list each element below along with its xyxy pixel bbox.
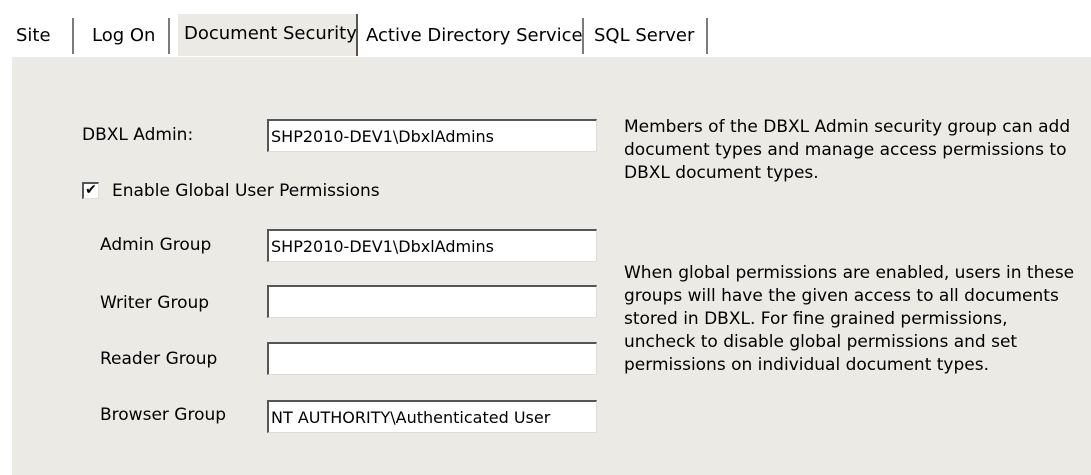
admin-group-label: Admin Group bbox=[100, 235, 212, 255]
enable-global-permissions-checkbox[interactable]: ✔ bbox=[82, 182, 99, 199]
checkmark-icon: ✔ bbox=[85, 182, 97, 198]
dbxl-admin-label: DBXL Admin: bbox=[82, 125, 194, 145]
tab-log-on[interactable]: Log On bbox=[86, 18, 170, 54]
tab-document-security[interactable]: Document Security bbox=[178, 14, 358, 56]
dbxl-admin-description: Members of the DBXL Admin security group… bbox=[624, 117, 1071, 183]
tab-sql-server-label: SQL Server bbox=[594, 25, 695, 46]
global-permissions-description: When global permissions are enabled, use… bbox=[624, 263, 1075, 375]
tab-active-directory-service-label: Active Directory Service bbox=[366, 25, 583, 46]
enable-global-permissions-label[interactable]: Enable Global User Permissions bbox=[112, 180, 380, 202]
dbxl-admin-field[interactable] bbox=[267, 119, 597, 152]
reader-group-label: Reader Group bbox=[100, 349, 218, 369]
browser-group-label: Browser Group bbox=[100, 405, 227, 425]
tab-site-label: Site bbox=[16, 25, 51, 46]
browser-group-field[interactable] bbox=[267, 400, 597, 433]
document-security-panel: DBXL Admin: ✔ Enable Global User Permiss… bbox=[10, 55, 1091, 475]
tab-document-security-label: Document Security bbox=[184, 23, 357, 44]
tab-log-on-label: Log On bbox=[92, 25, 156, 46]
writer-group-label: Writer Group bbox=[100, 293, 210, 313]
writer-group-field[interactable] bbox=[267, 285, 597, 318]
admin-group-field[interactable] bbox=[267, 229, 597, 262]
tab-active-directory-service[interactable]: Active Directory Service bbox=[360, 18, 584, 54]
tab-sql-server[interactable]: SQL Server bbox=[588, 18, 708, 54]
tab-site[interactable]: Site bbox=[10, 18, 74, 54]
reader-group-field[interactable] bbox=[267, 342, 597, 375]
